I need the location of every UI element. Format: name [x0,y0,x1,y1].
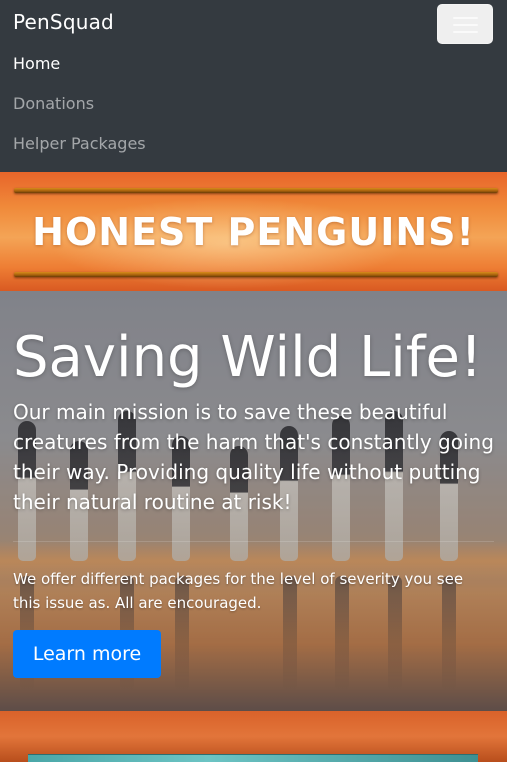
hero-lead-text: Our main mission is to save these beauti… [13,400,494,514]
nav-item-donations[interactable]: Donations [13,94,94,113]
banner-stripe-bottom [14,272,498,277]
hero-body-text: We offer different packages for the leve… [13,570,464,612]
banner: HONEST PENGUINS! [0,172,507,291]
hero: Saving Wild Life! Our main mission is to… [0,291,507,711]
hero-divider [13,541,494,542]
brand-link[interactable]: PenSquad [13,10,114,34]
nav-item-home[interactable]: Home [13,54,60,73]
hero-title: Saving Wild Life! [13,325,483,390]
nav-item-helper-packages[interactable]: Helper Packages [13,134,146,153]
learn-more-button[interactable]: Learn more [13,630,161,678]
page: PenSquad Home Donations Helper Packages … [0,0,507,762]
card-top-edge [28,754,478,762]
banner-title: HONEST PENGUINS! [32,210,475,254]
next-section-preview [0,711,507,762]
navbar: PenSquad Home Donations Helper Packages [0,0,507,172]
banner-stripe-top [14,188,498,193]
navbar-toggler-button[interactable] [437,4,493,44]
